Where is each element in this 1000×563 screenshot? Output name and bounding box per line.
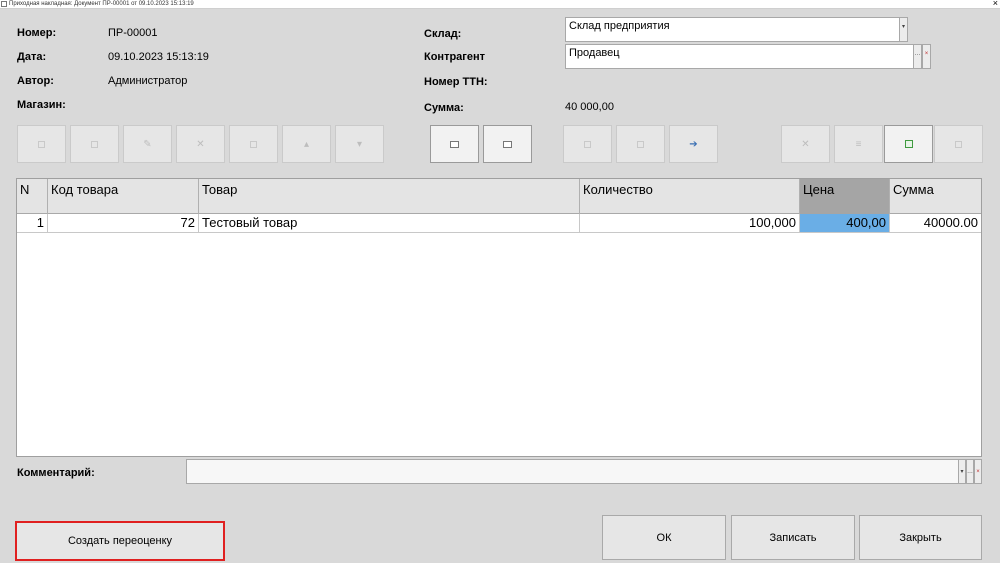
save-row-button[interactable]: [229, 125, 278, 163]
author-value: Администратор: [108, 75, 188, 87]
column-header-code[interactable]: Код товара: [48, 179, 199, 214]
move-up-icon: ▴: [303, 138, 310, 150]
table-header: N Код товара Товар Количество Цена Сумма: [17, 179, 981, 214]
export-button[interactable]: [934, 125, 983, 163]
window-title: Приходная накладная: Документ ПР-00001 о…: [9, 1, 194, 7]
select-icon: [637, 140, 644, 148]
warehouse-value: Склад предприятия: [569, 20, 670, 32]
ttn-label: Номер ТТН:: [424, 76, 488, 88]
window-titlebar: Приходная накладная: Документ ПР-00001 о…: [0, 0, 1000, 9]
ellipsis-icon[interactable]: …: [913, 44, 922, 69]
clear-icon[interactable]: ×: [922, 44, 931, 69]
counterparty-select[interactable]: Продавец: [565, 44, 914, 69]
number-label: Номер:: [17, 27, 57, 39]
move-down-button[interactable]: ▾: [335, 125, 384, 163]
add-icon: [38, 140, 45, 148]
author-label: Автор:: [17, 75, 54, 87]
save-icon: [250, 140, 257, 148]
copy-row-button[interactable]: [70, 125, 119, 163]
cell-price[interactable]: 400,00: [800, 214, 890, 232]
print-preview-icon: [503, 140, 512, 148]
add-row-button[interactable]: [17, 125, 66, 163]
warehouse-select[interactable]: Склад предприятия: [565, 17, 900, 42]
list-button[interactable]: ≡: [834, 125, 883, 163]
print-preview-button[interactable]: [483, 125, 532, 163]
arrow-button[interactable]: ➔: [669, 125, 718, 163]
edit-row-button[interactable]: ✎: [123, 125, 172, 163]
move-down-icon: ▾: [356, 138, 363, 150]
clear-icon[interactable]: ×: [974, 459, 982, 484]
ellipsis-icon[interactable]: …: [966, 459, 974, 484]
fill-button[interactable]: [563, 125, 612, 163]
sum-value: 40 000,00: [565, 101, 614, 113]
counterparty-value: Продавец: [569, 47, 620, 59]
column-header-price[interactable]: Цена: [800, 179, 890, 214]
clear-icon: ✕: [801, 138, 810, 150]
arrow-icon: ➔: [689, 138, 698, 150]
column-header-sum[interactable]: Сумма: [890, 179, 981, 214]
warehouse-label: Склад:: [424, 28, 462, 40]
cell-sum[interactable]: 40000.00: [890, 214, 981, 232]
create-reprice-button[interactable]: Создать переоценку: [15, 521, 225, 561]
fill-icon: [584, 140, 591, 148]
print-button[interactable]: [430, 125, 479, 163]
column-header-product[interactable]: Товар: [199, 179, 580, 214]
copy-icon: [91, 140, 98, 148]
counterparty-label: Контрагент: [424, 51, 486, 63]
cell-code[interactable]: 72: [48, 214, 199, 232]
delete-icon: ✕: [196, 138, 205, 150]
save-button[interactable]: Записать: [731, 515, 855, 560]
column-header-quantity[interactable]: Количество: [580, 179, 800, 214]
chevron-down-icon[interactable]: ▾: [958, 459, 966, 484]
close-icon[interactable]: ×: [993, 0, 998, 8]
close-button[interactable]: Закрыть: [859, 515, 982, 560]
sum-label: Сумма:: [424, 102, 464, 114]
cell-n[interactable]: 1: [17, 214, 48, 232]
cell-product[interactable]: Тестовый товар: [199, 214, 580, 232]
export-icon: [955, 140, 962, 148]
date-label: Дата:: [17, 51, 47, 63]
date-value: 09.10.2023 15:13:19: [108, 51, 209, 63]
comment-label: Комментарий:: [17, 467, 95, 479]
comment-input[interactable]: [186, 459, 959, 484]
list-icon: ≡: [855, 138, 862, 150]
ok-button[interactable]: ОК: [602, 515, 726, 560]
delete-row-button[interactable]: ✕: [176, 125, 225, 163]
items-table[interactable]: N Код товара Товар Количество Цена Сумма…: [16, 178, 982, 457]
print-icon: [450, 140, 459, 148]
chevron-down-icon[interactable]: ▾: [899, 17, 908, 42]
clear-button[interactable]: ✕: [781, 125, 830, 163]
cell-quantity[interactable]: 100,000: [580, 214, 800, 232]
edit-icon: ✎: [143, 138, 152, 150]
column-header-n[interactable]: N: [17, 179, 48, 214]
window-icon: [1, 1, 7, 7]
document-green-icon: [904, 140, 913, 148]
table-row[interactable]: 1 72 Тестовый товар 100,000 400,00 40000…: [17, 214, 981, 233]
document-button[interactable]: [884, 125, 933, 163]
number-value: ПР-00001: [108, 27, 158, 39]
move-up-button[interactable]: ▴: [282, 125, 331, 163]
shop-label: Магазин:: [17, 99, 66, 111]
select-button[interactable]: [616, 125, 665, 163]
